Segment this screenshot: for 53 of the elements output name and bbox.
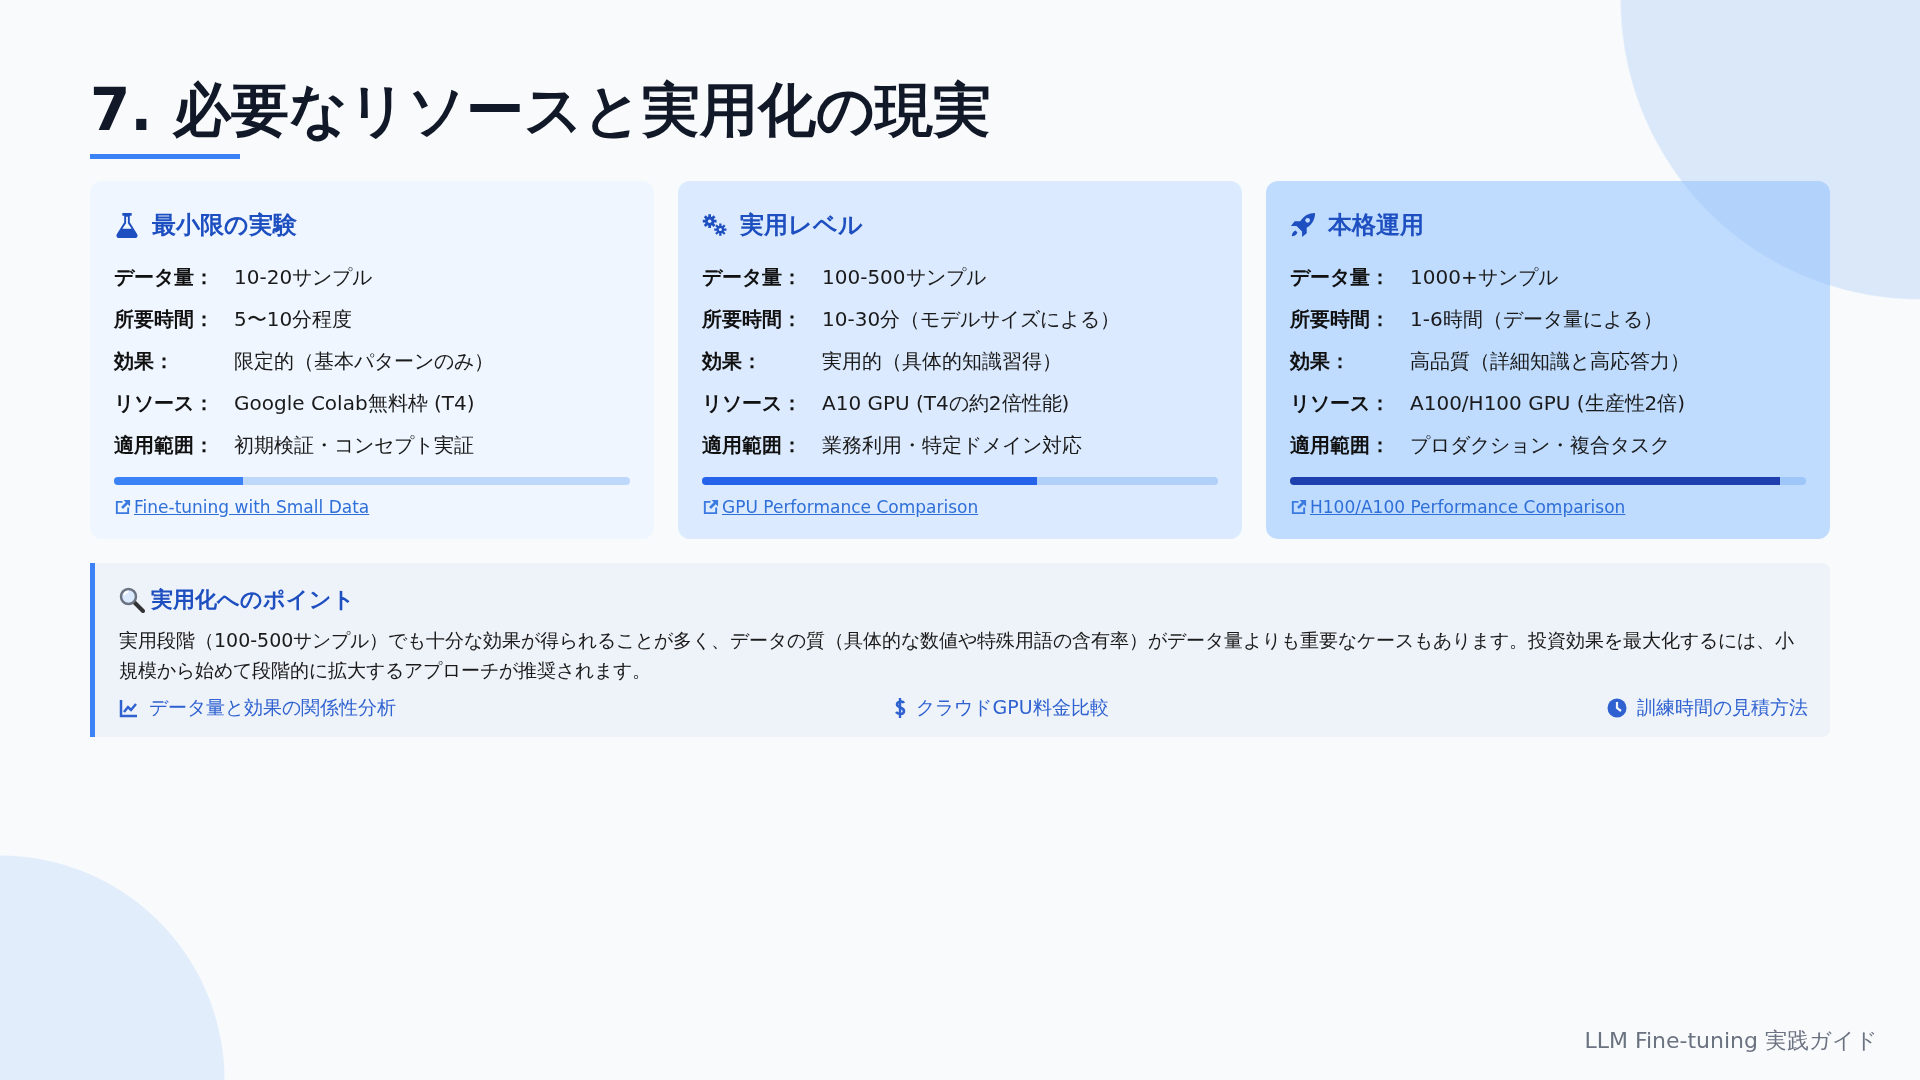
field-label: 効果： [702, 348, 763, 375]
field-value: 限定的（基本パターンのみ） [234, 348, 495, 375]
field-label: リソース： [702, 390, 803, 417]
chart-line-icon [119, 698, 139, 718]
slide-title: 7. 必要なリソースと実用化の現実 [90, 75, 991, 146]
field-value: 初期検証・コンセプト実証 [234, 432, 475, 459]
external-link-icon [702, 498, 719, 516]
external-link-icon [114, 498, 131, 516]
field-label: 適用範囲： [114, 432, 215, 459]
field-value: 1-6時間（データ量による） [1410, 306, 1664, 333]
resource-link[interactable]: クラウドGPU料金比較 [916, 695, 1109, 721]
field-label: 効果： [1290, 348, 1351, 375]
card-title: 実用レベル [740, 210, 863, 241]
clock-icon [1607, 698, 1627, 718]
field-value: 高品質（詳細知識と高応答力） [1410, 348, 1691, 375]
field-label: 効果： [114, 348, 175, 375]
card-title: 最小限の実験 [152, 210, 297, 241]
reference-link[interactable]: H100/A100 Performance Comparison [1310, 497, 1626, 517]
field-value: A10 GPU (T4の約2倍性能) [822, 390, 1071, 417]
gears-icon [702, 212, 728, 238]
field-label: データ量： [702, 264, 803, 291]
field-label: 適用範囲： [1290, 432, 1391, 459]
field-value: 10-20サンプル [234, 264, 374, 291]
flask-icon [114, 212, 140, 238]
resource-link[interactable]: データ量と効果の関係性分析 [149, 695, 396, 721]
field-label: 所要時間： [702, 306, 803, 333]
field-label: リソース： [114, 390, 215, 417]
field-value: プロダクション・複合タスク [1410, 432, 1671, 459]
field-label: データ量： [114, 264, 215, 291]
field-label: 適用範囲： [702, 432, 803, 459]
reference-link[interactable]: GPU Performance Comparison [722, 497, 979, 517]
field-value: 100-500サンプル [822, 264, 987, 291]
footer-text: LLM Fine-tuning 実践ガイド [1584, 1027, 1878, 1055]
resource-link[interactable]: 訓練時間の見積方法 [1637, 695, 1808, 721]
field-value: 5〜10分程度 [234, 306, 354, 333]
field-label: 所要時間： [114, 306, 215, 333]
field-value: 1000+サンプル [1410, 264, 1559, 291]
field-value: 業務利用・特定ドメイン対応 [822, 432, 1083, 459]
card-title: 本格運用 [1328, 210, 1424, 241]
field-label: リソース： [1290, 390, 1391, 417]
reference-link[interactable]: Fine-tuning with Small Data [134, 497, 370, 517]
rocket-icon [1290, 212, 1316, 238]
field-value: 実用的（具体的知識習得） [822, 348, 1063, 375]
magnifier-icon [119, 587, 145, 613]
field-value: 10-30分（モデルサイズによる） [822, 306, 1122, 333]
field-label: データ量： [1290, 264, 1391, 291]
tip-paragraph: 実用段階（100-500サンプル）でも十分な効果が得られることが多く、データの質（具体的な数値や特殊用語の含有率）がデータ量よりも重要なケースもあります。投資効果を最大化するには、小規模から始めて段階的に拡大するアプローチが推奨されます。 [119, 628, 1796, 683]
field-value: Google Colab無料枠 (T4) [234, 390, 476, 417]
field-value: A100/H100 GPU (生産性2倍) [1410, 390, 1687, 417]
tip-title: 実用化へのポイント [151, 586, 355, 614]
external-link-icon [1290, 498, 1307, 516]
field-label: 所要時間： [1290, 306, 1391, 333]
dollar-icon [894, 697, 907, 719]
